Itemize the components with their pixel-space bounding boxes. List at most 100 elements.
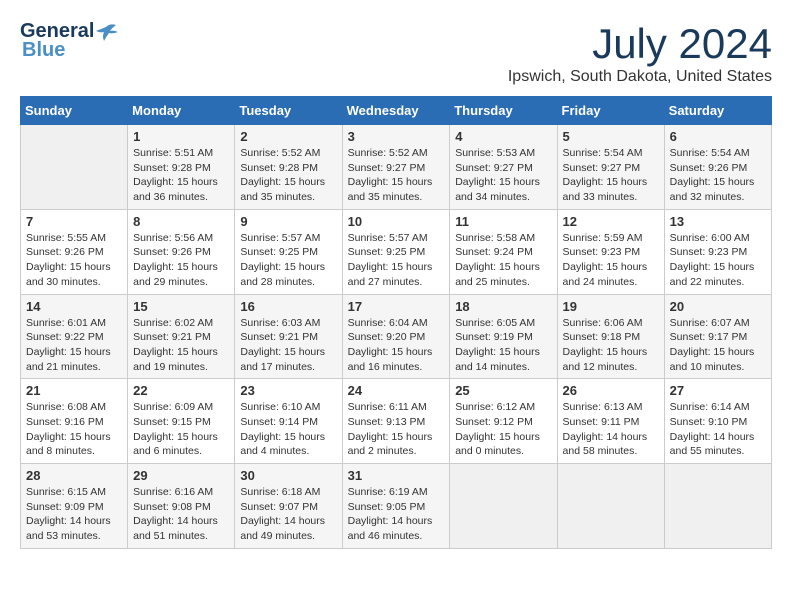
calendar-cell (664, 464, 771, 549)
day-number: 11 (455, 214, 551, 229)
day-of-week-header: Monday (128, 97, 235, 125)
day-info: Sunrise: 6:07 AM Sunset: 9:17 PM Dayligh… (670, 316, 766, 375)
day-number: 16 (240, 299, 336, 314)
day-number: 7 (26, 214, 122, 229)
calendar-cell: 14 Sunrise: 6:01 AM Sunset: 9:22 PM Dayli… (21, 294, 128, 379)
calendar-week-row: 14 Sunrise: 6:01 AM Sunset: 9:22 PM Dayli… (21, 294, 772, 379)
day-number: 30 (240, 468, 336, 483)
day-info: Sunrise: 5:52 AM Sunset: 9:28 PM Dayligh… (240, 146, 336, 205)
calendar-cell: 20 Sunrise: 6:07 AM Sunset: 9:17 PM Dayli… (664, 294, 771, 379)
calendar-cell: 24 Sunrise: 6:11 AM Sunset: 9:13 PM Dayli… (342, 379, 450, 464)
day-number: 20 (670, 299, 766, 314)
day-info: Sunrise: 5:57 AM Sunset: 9:25 PM Dayligh… (348, 231, 445, 290)
calendar-week-row: 21Sunrise: 6:08 AM Sunset: 9:16 PM Dayli… (21, 379, 772, 464)
day-info: Sunrise: 5:54 AM Sunset: 9:27 PM Dayligh… (563, 146, 659, 205)
day-info: Sunrise: 5:57 AM Sunset: 9:25 PM Dayligh… (240, 231, 336, 290)
calendar-cell: 16 Sunrise: 6:03 AM Sunset: 9:21 PM Dayli… (235, 294, 342, 379)
calendar-cell: 29 Sunrise: 6:16 AM Sunset: 9:08 PM Dayli… (128, 464, 235, 549)
day-number: 13 (670, 214, 766, 229)
day-number: 8 (133, 214, 229, 229)
day-info: Sunrise: 6:02 AM Sunset: 9:21 PM Dayligh… (133, 316, 229, 375)
day-number: 31 (348, 468, 445, 483)
day-info: Sunrise: 6:00 AM Sunset: 9:23 PM Dayligh… (670, 231, 766, 290)
day-info: Sunrise: 5:51 AM Sunset: 9:28 PM Dayligh… (133, 146, 229, 205)
calendar-cell: 6 Sunrise: 5:54 AM Sunset: 9:26 PM Daylig… (664, 125, 771, 210)
calendar-cell: 2 Sunrise: 5:52 AM Sunset: 9:28 PM Daylig… (235, 125, 342, 210)
day-info: Sunrise: 6:10 AM Sunset: 9:14 PM Dayligh… (240, 400, 336, 459)
day-of-week-header: Thursday (450, 97, 557, 125)
calendar-cell: 26Sunrise: 6:13 AM Sunset: 9:11 PM Dayli… (557, 379, 664, 464)
calendar-cell: 28Sunrise: 6:15 AM Sunset: 9:09 PM Dayli… (21, 464, 128, 549)
day-number: 9 (240, 214, 336, 229)
calendar-cell: 3Sunrise: 5:52 AM Sunset: 9:27 PM Daylig… (342, 125, 450, 210)
day-info: Sunrise: 6:03 AM Sunset: 9:21 PM Dayligh… (240, 316, 336, 375)
day-number: 23 (240, 383, 336, 398)
calendar-cell: 23 Sunrise: 6:10 AM Sunset: 9:14 PM Dayli… (235, 379, 342, 464)
day-info: Sunrise: 6:16 AM Sunset: 9:08 PM Dayligh… (133, 485, 229, 544)
day-info: Sunrise: 6:08 AM Sunset: 9:16 PM Dayligh… (26, 400, 122, 459)
day-info: Sunrise: 5:59 AM Sunset: 9:23 PM Dayligh… (563, 231, 659, 290)
calendar-cell: 19Sunrise: 6:06 AM Sunset: 9:18 PM Dayli… (557, 294, 664, 379)
day-info: Sunrise: 6:12 AM Sunset: 9:12 PM Dayligh… (455, 400, 551, 459)
calendar-cell: 31 Sunrise: 6:19 AM Sunset: 9:05 PM Dayli… (342, 464, 450, 549)
day-number: 17 (348, 299, 445, 314)
calendar-cell: 12 Sunrise: 5:59 AM Sunset: 9:23 PM Dayli… (557, 209, 664, 294)
calendar-cell: 17Sunrise: 6:04 AM Sunset: 9:20 PM Dayli… (342, 294, 450, 379)
page-header: General Blue July 2024 Ipswich, South Da… (20, 20, 772, 86)
calendar-cell: 10 Sunrise: 5:57 AM Sunset: 9:25 PM Dayli… (342, 209, 450, 294)
logo-blue-text: Blue (22, 39, 65, 62)
calendar-cell: 21Sunrise: 6:08 AM Sunset: 9:16 PM Dayli… (21, 379, 128, 464)
month-year-title: July 2024 (508, 20, 772, 68)
day-info: Sunrise: 5:58 AM Sunset: 9:24 PM Dayligh… (455, 231, 551, 290)
day-number: 10 (348, 214, 445, 229)
day-number: 22 (133, 383, 229, 398)
day-number: 18 (455, 299, 551, 314)
day-info: Sunrise: 6:01 AM Sunset: 9:22 PM Dayligh… (26, 316, 122, 375)
day-info: Sunrise: 5:53 AM Sunset: 9:27 PM Dayligh… (455, 146, 551, 205)
day-number: 28 (26, 468, 122, 483)
day-number: 19 (563, 299, 659, 314)
day-number: 4 (455, 129, 551, 144)
day-info: Sunrise: 6:05 AM Sunset: 9:19 PM Dayligh… (455, 316, 551, 375)
calendar-cell: 7Sunrise: 5:55 AM Sunset: 9:26 PM Daylig… (21, 209, 128, 294)
calendar-table: SundayMondayTuesdayWednesdayThursdayFrid… (20, 96, 772, 549)
calendar-week-row: 7Sunrise: 5:55 AM Sunset: 9:26 PM Daylig… (21, 209, 772, 294)
day-number: 24 (348, 383, 445, 398)
day-number: 2 (240, 129, 336, 144)
day-number: 12 (563, 214, 659, 229)
calendar-week-row: 28Sunrise: 6:15 AM Sunset: 9:09 PM Dayli… (21, 464, 772, 549)
day-info: Sunrise: 6:13 AM Sunset: 9:11 PM Dayligh… (563, 400, 659, 459)
calendar-cell: 8 Sunrise: 5:56 AM Sunset: 9:26 PM Daylig… (128, 209, 235, 294)
calendar-cell: 27 Sunrise: 6:14 AM Sunset: 9:10 PM Dayli… (664, 379, 771, 464)
calendar-cell: 15 Sunrise: 6:02 AM Sunset: 9:21 PM Dayli… (128, 294, 235, 379)
day-info: Sunrise: 6:11 AM Sunset: 9:13 PM Dayligh… (348, 400, 445, 459)
day-info: Sunrise: 6:09 AM Sunset: 9:15 PM Dayligh… (133, 400, 229, 459)
calendar-cell (450, 464, 557, 549)
day-number: 6 (670, 129, 766, 144)
day-number: 5 (563, 129, 659, 144)
day-number: 14 (26, 299, 122, 314)
logo-bird-icon (96, 23, 118, 41)
calendar-header-row: SundayMondayTuesdayWednesdayThursdayFrid… (21, 97, 772, 125)
day-number: 1 (133, 129, 229, 144)
day-number: 27 (670, 383, 766, 398)
day-info: Sunrise: 5:52 AM Sunset: 9:27 PM Dayligh… (348, 146, 445, 205)
calendar-week-row: 1 Sunrise: 5:51 AM Sunset: 9:28 PM Daylig… (21, 125, 772, 210)
day-info: Sunrise: 5:56 AM Sunset: 9:26 PM Dayligh… (133, 231, 229, 290)
calendar-cell (21, 125, 128, 210)
day-info: Sunrise: 6:14 AM Sunset: 9:10 PM Dayligh… (670, 400, 766, 459)
day-info: Sunrise: 6:18 AM Sunset: 9:07 PM Dayligh… (240, 485, 336, 544)
calendar-cell: 4 Sunrise: 5:53 AM Sunset: 9:27 PM Daylig… (450, 125, 557, 210)
day-number: 25 (455, 383, 551, 398)
day-info: Sunrise: 5:54 AM Sunset: 9:26 PM Dayligh… (670, 146, 766, 205)
calendar-cell: 25 Sunrise: 6:12 AM Sunset: 9:12 PM Dayli… (450, 379, 557, 464)
calendar-cell: 1 Sunrise: 5:51 AM Sunset: 9:28 PM Daylig… (128, 125, 235, 210)
day-number: 29 (133, 468, 229, 483)
day-of-week-header: Friday (557, 97, 664, 125)
location-text: Ipswich, South Dakota, United States (508, 68, 772, 86)
day-info: Sunrise: 6:19 AM Sunset: 9:05 PM Dayligh… (348, 485, 445, 544)
calendar-cell: 5 Sunrise: 5:54 AM Sunset: 9:27 PM Daylig… (557, 125, 664, 210)
title-section: July 2024 Ipswich, South Dakota, United … (508, 20, 772, 86)
day-number: 15 (133, 299, 229, 314)
calendar-cell: 22 Sunrise: 6:09 AM Sunset: 9:15 PM Dayli… (128, 379, 235, 464)
